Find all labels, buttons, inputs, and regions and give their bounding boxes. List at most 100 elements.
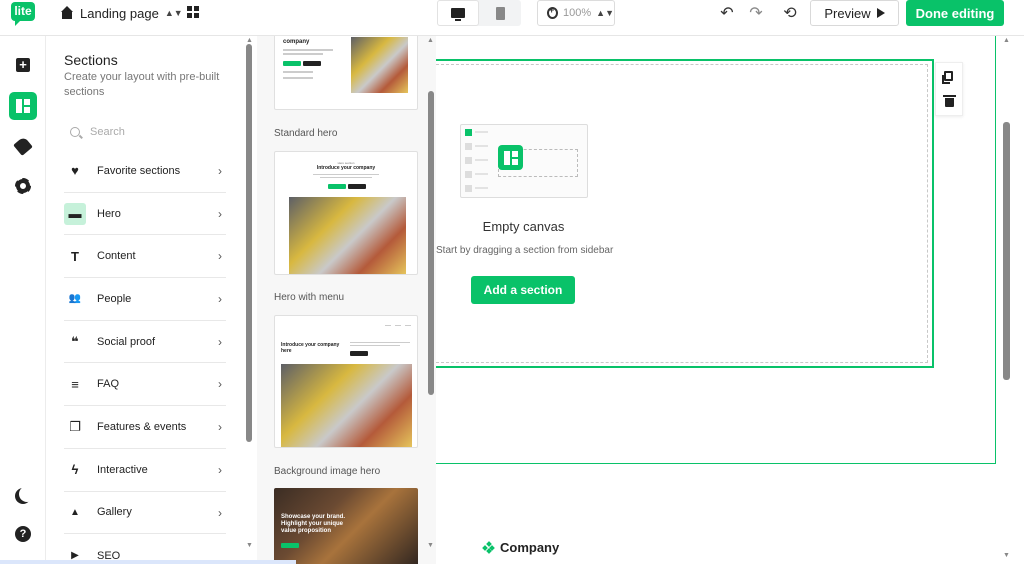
chevron-right-icon: › xyxy=(218,462,222,477)
template-label-standard-hero: Standard hero xyxy=(274,128,338,139)
canvas-scrollbar[interactable] xyxy=(1003,122,1010,380)
brand-logo-icon xyxy=(482,541,495,554)
history-icon[interactable]: ⟲ xyxy=(781,3,799,23)
rail-add-button[interactable]: + xyxy=(9,51,37,79)
add-section-button[interactable]: Add a section xyxy=(471,276,575,304)
gallery-scrollbar[interactable] xyxy=(428,91,434,395)
empty-canvas-illustration xyxy=(460,124,588,198)
category-label: Social proof xyxy=(97,335,156,348)
category-interactive[interactable]: ϟ Interactive › xyxy=(64,449,226,492)
rail-styles-button[interactable] xyxy=(9,132,37,160)
rail-sections-button[interactable] xyxy=(9,92,37,120)
template-gallery: company Standard hero Hero section Intro… xyxy=(257,36,436,564)
empty-canvas-title: Empty canvas xyxy=(482,219,565,234)
people-icon: 👥 xyxy=(68,293,82,305)
template-thumb-previous[interactable]: company xyxy=(274,36,418,110)
copy-icon[interactable] xyxy=(942,71,953,84)
scroll-up-arrow[interactable]: ▲ xyxy=(246,37,253,44)
canvas-scroll-down-arrow[interactable]: ▼ xyxy=(1003,552,1010,559)
app-logo[interactable]: lite xyxy=(11,2,35,26)
list-icon: ≡ xyxy=(71,376,79,392)
category-label: Hero xyxy=(97,207,121,220)
preview-button[interactable]: Preview xyxy=(810,0,899,26)
redo-icon[interactable]: ↷ xyxy=(747,3,765,23)
category-label: Gallery xyxy=(97,506,132,519)
zoom-control[interactable]: 100% ▲▼ xyxy=(537,0,615,26)
layout-icon xyxy=(498,145,523,170)
top-toolbar: lite Landing page ▲▼ 100% ▲▼ ↶ ↷ ⟲ Previ… xyxy=(0,0,1024,36)
brand-name: Company xyxy=(500,540,560,555)
search-icon xyxy=(70,127,80,137)
section-search[interactable]: Search xyxy=(64,120,234,144)
template-standard-hero[interactable]: Hero section Introduce your company xyxy=(274,151,418,275)
category-faq[interactable]: ≡ FAQ › xyxy=(64,363,226,407)
category-label: Content xyxy=(97,250,136,263)
thumb-title: Introduce your company here xyxy=(281,342,340,354)
template-background-image-hero[interactable]: Showcase your brand. Highlight your uniq… xyxy=(274,488,418,564)
help-icon: ? xyxy=(15,526,31,542)
page-selector[interactable]: Landing page ▲▼ xyxy=(60,4,183,22)
search-placeholder: Search xyxy=(90,126,125,138)
zoom-chevron-icon: ▲▼ xyxy=(596,8,614,18)
gallery-scroll-up-arrow[interactable]: ▲ xyxy=(427,37,434,44)
rail-help-button[interactable]: ? xyxy=(9,520,37,548)
desktop-view-button[interactable] xyxy=(437,0,479,26)
add-icon: + xyxy=(16,58,30,72)
category-favorite-sections[interactable]: ♥ Favorite sections › xyxy=(64,150,226,193)
panel-title: Sections xyxy=(64,52,118,68)
template-label-background-image-hero: Background image hero xyxy=(274,466,381,477)
gear-icon xyxy=(15,178,31,194)
categories-scrollbar[interactable] xyxy=(246,44,252,442)
grid-icon[interactable] xyxy=(187,6,200,18)
status-strip xyxy=(0,560,296,564)
chevron-right-icon: › xyxy=(218,292,222,307)
category-social-proof[interactable]: ❝ Social proof › xyxy=(64,321,226,364)
thumb-title: company xyxy=(283,39,310,45)
category-content[interactable]: T Content › xyxy=(64,235,226,279)
empty-canvas-subtitle: Start by dragging a section from sidebar xyxy=(436,245,614,256)
chevron-right-icon: › xyxy=(218,164,222,178)
zoom-level: 100% xyxy=(563,7,592,19)
desktop-icon xyxy=(451,8,465,21)
brush-icon xyxy=(13,136,33,156)
category-seo[interactable]: ▶ SEO xyxy=(64,534,226,577)
chevron-right-icon: › xyxy=(218,334,222,349)
template-hero-with-menu[interactable]: Introduce your company here xyxy=(274,315,418,448)
updown-chevron-icon: ▲▼ xyxy=(164,8,183,18)
tablet-icon xyxy=(495,6,505,20)
trash-icon[interactable] xyxy=(943,95,956,107)
tablet-view-button[interactable] xyxy=(479,0,521,26)
thumb-title: Introduce your company xyxy=(316,165,376,171)
quote-icon: ❝ xyxy=(71,333,79,349)
sections-panel: Sections Create your layout with pre-bui… xyxy=(46,36,257,564)
category-label: Features & events xyxy=(97,420,187,433)
category-gallery[interactable]: ▲ Gallery › xyxy=(64,492,226,535)
bolt-icon: ϟ xyxy=(71,462,79,478)
done-editing-button[interactable]: Done editing xyxy=(906,0,1004,26)
rail-settings-button[interactable] xyxy=(9,172,37,200)
category-label: Interactive xyxy=(97,463,148,476)
chevron-right-icon: › xyxy=(218,249,222,264)
category-hero[interactable]: ▬ Hero › xyxy=(64,193,226,236)
canvas-scroll-up-arrow[interactable]: ▲ xyxy=(1003,37,1010,44)
zoom-icon xyxy=(547,5,559,19)
text-icon: T xyxy=(71,248,79,264)
undo-icon[interactable]: ↶ xyxy=(718,3,736,23)
category-list: ♥ Favorite sections › ▬ Hero › T Content › 👥 Pe… xyxy=(64,150,226,577)
rail-dark-mode-button[interactable] xyxy=(9,480,37,508)
left-rail: + ? xyxy=(0,36,46,564)
scroll-down-arrow[interactable]: ▼ xyxy=(246,542,253,549)
moon-icon xyxy=(19,486,35,502)
category-people[interactable]: 👥 People › xyxy=(64,278,226,321)
image-icon: ▲ xyxy=(70,506,80,518)
home-icon xyxy=(60,6,74,20)
page-name: Landing page xyxy=(80,5,159,21)
drop-zone[interactable] xyxy=(436,64,928,363)
features-icon: ❐ xyxy=(69,418,81,434)
template-label-hero-with-menu: Hero with menu xyxy=(274,292,345,303)
category-features-events[interactable]: ❐ Features & events › xyxy=(64,406,226,449)
gallery-scroll-down-arrow[interactable]: ▼ xyxy=(427,542,434,549)
chevron-right-icon: › xyxy=(218,377,222,392)
heart-icon: ♥ xyxy=(71,163,79,179)
category-label: People xyxy=(97,292,132,305)
